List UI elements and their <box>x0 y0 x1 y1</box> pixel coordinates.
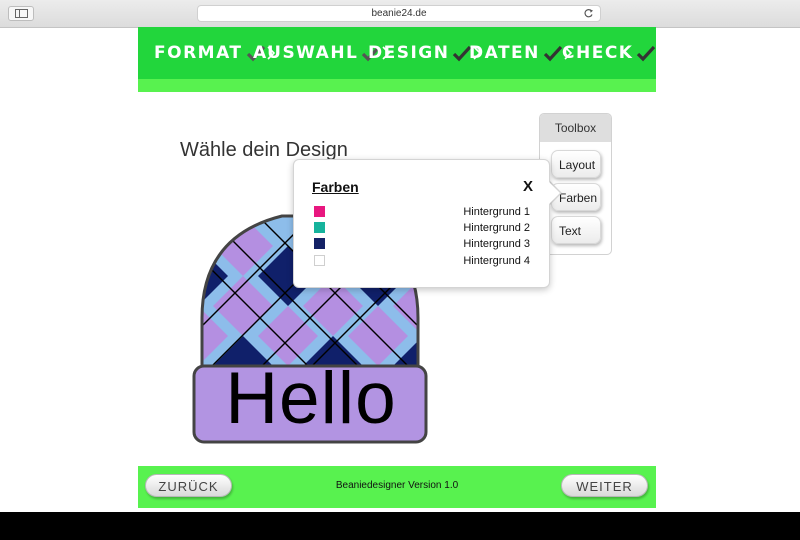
layout-button[interactable]: Layout <box>551 150 601 178</box>
popover-arrow-inner <box>548 181 560 205</box>
color-label: Hintergrund 4 <box>463 255 530 267</box>
color-row-background-2[interactable]: Hintergrund 2 <box>314 221 530 235</box>
sidebar-toggle-button[interactable] <box>8 6 34 21</box>
color-swatch[interactable] <box>314 255 325 266</box>
next-button[interactable]: WEITER <box>561 474 648 497</box>
colors-popover: Farben X Hintergrund 1 Hintergrund 2 Hin… <box>293 159 550 288</box>
toolbox-title: Toolbox <box>540 114 611 142</box>
color-swatch[interactable] <box>314 238 325 249</box>
step-check[interactable]: CHECK <box>562 41 658 65</box>
footer-bar: ZURÜCK Beaniedesigner Version 1.0 WEITER <box>138 466 656 508</box>
step-label: FORMAT <box>154 43 243 63</box>
color-swatch[interactable] <box>314 222 325 233</box>
color-label: Hintergrund 2 <box>463 222 530 234</box>
color-label: Hintergrund 1 <box>463 206 530 218</box>
color-label: Hintergrund 3 <box>463 238 530 250</box>
step-label: CHECK <box>562 43 634 63</box>
sidebar-icon <box>15 9 28 18</box>
address-bar[interactable]: beanie24.de <box>197 5 601 22</box>
step-label: AUSWAHL <box>253 43 359 63</box>
step-label: DATEN <box>469 43 540 63</box>
browser-toolbar: beanie24.de <box>0 0 800 28</box>
color-row-background-4[interactable]: Hintergrund 4 <box>314 254 530 268</box>
header-strip <box>138 79 656 92</box>
color-row-background-1[interactable]: Hintergrund 1 <box>314 205 530 219</box>
text-button[interactable]: Text <box>551 216 601 244</box>
reload-icon[interactable] <box>583 8 594 19</box>
beanie-text: Hello <box>225 358 397 439</box>
color-row-background-3[interactable]: Hintergrund 3 <box>314 237 530 251</box>
check-icon <box>637 45 656 62</box>
bottom-black-bar <box>0 512 800 540</box>
popover-title: Farben <box>312 179 359 195</box>
url-text: beanie24.de <box>371 8 427 19</box>
close-icon[interactable]: X <box>523 178 533 195</box>
color-swatch[interactable] <box>314 206 325 217</box>
step-header: FORMAT AUSWAHL DESIGN DATEN CHECK <box>138 27 656 79</box>
step-label: DESIGN <box>368 43 450 63</box>
